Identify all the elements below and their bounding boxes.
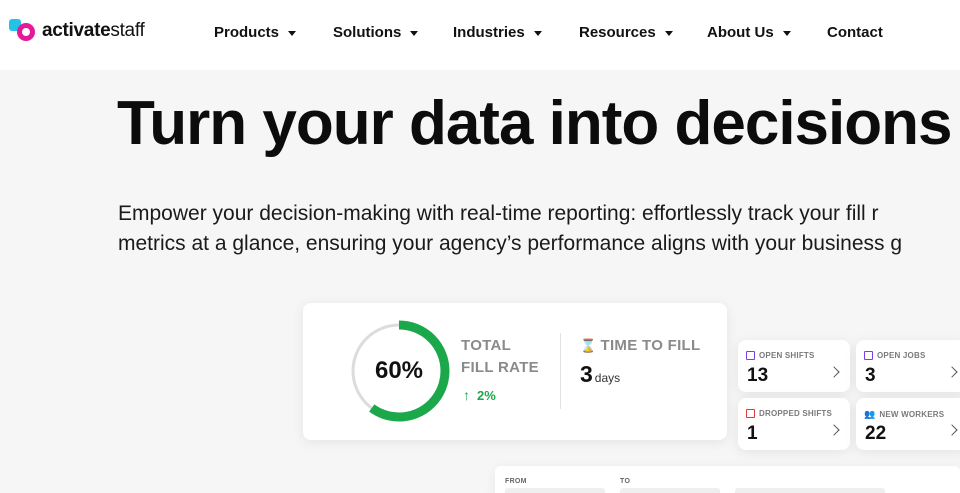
arrow-up-icon: ↑ [463, 387, 470, 403]
hourglass-icon: ⌛ [580, 337, 597, 353]
date-filter-card: FROM TO [495, 466, 960, 493]
time-to-fill-unit: days [594, 371, 621, 385]
to-label: TO [620, 478, 631, 485]
brand-name-light: staff [110, 20, 145, 41]
fill-rate-label-line-1: TOTAL [461, 337, 512, 354]
nav-item-label: Industries [453, 24, 525, 41]
nav-item-label: About Us [707, 24, 774, 41]
time-to-fill-label-text: TIME TO FILL [600, 337, 701, 354]
caret-down-icon [533, 31, 542, 36]
tile-label-text: OPEN JOBS [877, 351, 926, 360]
tile-open-jobs[interactable]: OPEN JOBS 3 [856, 340, 960, 392]
tile-open-shifts[interactable]: OPEN SHIFTS 13 [738, 340, 850, 392]
tile-label: OPEN JOBS [864, 351, 925, 360]
brand-name: activatestaff [42, 20, 145, 42]
calendar-icon [864, 351, 873, 360]
nav-item-about-us[interactable]: About Us [707, 24, 791, 41]
caret-down-icon [410, 31, 419, 36]
tile-label: 👥 NEW WORKERS [864, 409, 944, 420]
tile-label: DROPPED SHIFTS [746, 409, 832, 418]
nav-item-resources[interactable]: Resources [579, 24, 673, 41]
chevron-right-icon [946, 366, 958, 378]
logo-icon [8, 18, 38, 44]
nav-item-industries[interactable]: Industries [453, 24, 542, 41]
tile-label-text: DROPPED SHIFTS [759, 409, 833, 418]
calendar-x-icon [746, 409, 755, 418]
calendar-icon [746, 351, 755, 360]
hero-subtitle-line-1: Empower your decision-making with real-t… [118, 202, 879, 225]
tile-dropped-shifts[interactable]: DROPPED SHIFTS 1 [738, 398, 850, 450]
from-date-input[interactable] [505, 488, 605, 493]
caret-down-icon [782, 31, 791, 36]
fill-rate-value: 60% [374, 357, 424, 384]
tile-value: 3 [865, 365, 876, 386]
card-divider [560, 333, 561, 409]
to-date-input[interactable] [620, 488, 720, 493]
chevron-right-icon [946, 424, 958, 436]
tile-label: OPEN SHIFTS [746, 351, 815, 360]
time-to-fill-number: 3 [580, 361, 593, 387]
nav-item-label: Resources [579, 24, 656, 41]
tile-label-text: NEW WORKERS [879, 410, 945, 419]
nav-item-label: Contact [827, 24, 883, 41]
fill-rate-change: ↑ 2% [463, 387, 496, 403]
caret-down-icon [288, 31, 297, 36]
hero-title: Turn your data into decisions [117, 89, 952, 158]
nav-item-products[interactable]: Products [214, 24, 297, 41]
nav-item-solutions[interactable]: Solutions [333, 24, 419, 41]
hero-subtitle-line-2: metrics at a glance, ensuring your agenc… [118, 232, 903, 255]
tile-value: 22 [865, 423, 887, 444]
nav-item-label: Products [214, 24, 280, 41]
fill-rate-change-value: 2% [477, 387, 496, 403]
filter-select[interactable] [735, 488, 885, 493]
fill-rate-label: TOTAL FILL RATE [461, 335, 539, 379]
nav-item-contact[interactable]: Contact [827, 24, 883, 41]
caret-down-icon [664, 31, 673, 36]
fill-rate-card: 60% TOTAL FILL RATE ↑ 2% ⌛ TIME TO FILL … [303, 303, 727, 440]
time-to-fill-value: 3 days [580, 361, 620, 388]
from-label: FROM [505, 478, 527, 485]
tile-value: 13 [747, 365, 769, 386]
chevron-right-icon [828, 424, 840, 436]
brand-name-bold: activate [42, 20, 111, 41]
top-navigation: activatestaff Products Solutions Industr… [0, 0, 960, 70]
brand-logo[interactable]: activatestaff [8, 18, 145, 44]
tile-label-text: OPEN SHIFTS [759, 351, 815, 360]
tile-value: 1 [747, 423, 758, 444]
fill-rate-label-line-2: FILL RATE [461, 359, 539, 376]
nav-item-label: Solutions [333, 24, 402, 41]
tile-new-workers[interactable]: 👥 NEW WORKERS 22 [856, 398, 960, 450]
hero-subtitle: Empower your decision-making with real-t… [118, 199, 960, 259]
time-to-fill-label: ⌛ TIME TO FILL [580, 337, 700, 354]
users-icon: 👥 [864, 409, 876, 419]
chevron-right-icon [828, 366, 840, 378]
